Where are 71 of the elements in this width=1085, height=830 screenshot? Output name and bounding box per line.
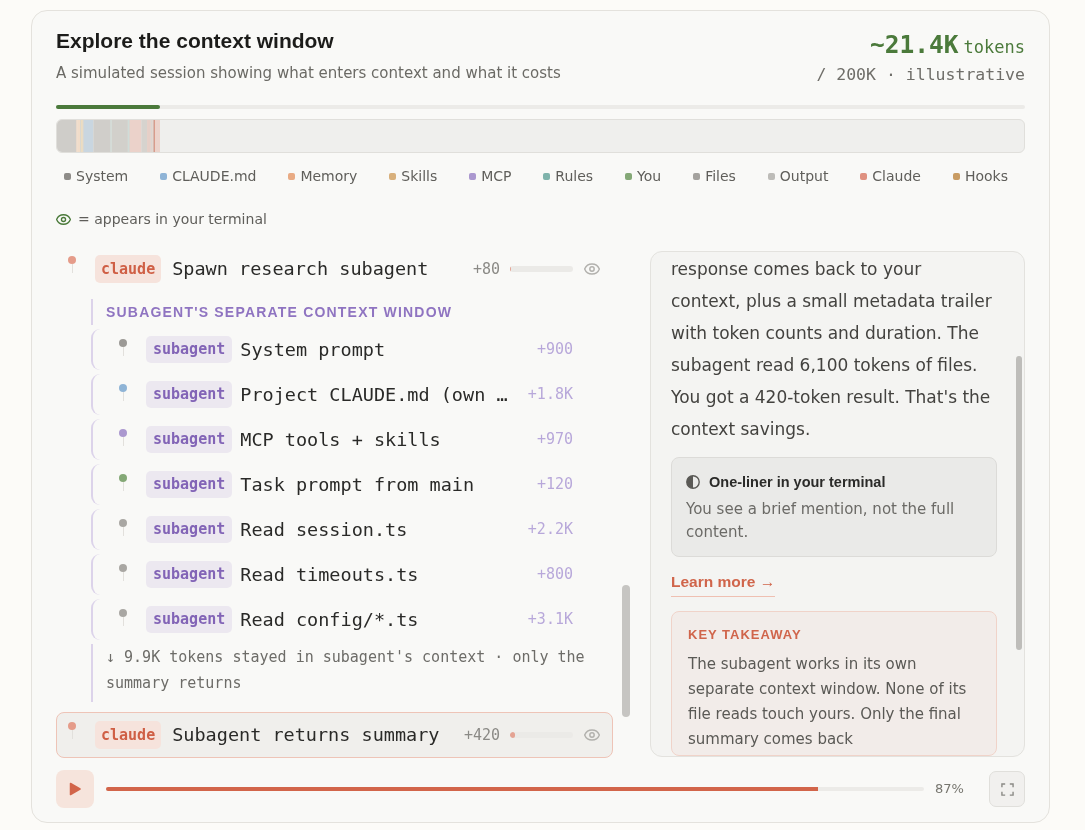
subagent-step-row[interactable]: subagent Read session.ts +2.2K — [91, 509, 613, 550]
subagent-step-row[interactable]: subagent Read config/*.ts +3.1K — [91, 599, 613, 640]
step-label: Read session.ts — [240, 517, 409, 542]
subagent-step-row[interactable]: subagent Task prompt from main +120 — [91, 464, 613, 505]
legend-label: Memory — [300, 167, 358, 186]
subagent-step-row[interactable]: subagent Project CLAUDE.md (own … +1.8K — [91, 374, 613, 415]
step-label: Read timeouts.ts — [240, 562, 420, 587]
token-count: +3.1K — [527, 609, 573, 631]
callout-text: You see a brief mention, not the full content. — [686, 499, 956, 543]
playback-track[interactable] — [106, 787, 924, 791]
legend-label: Rules — [555, 167, 594, 186]
role-tag: subagent — [146, 336, 233, 363]
step-label: System prompt — [240, 337, 387, 362]
token-limit: / 200K · illustrative — [816, 64, 1025, 86]
callout-title: One-liner in your terminal — [709, 473, 886, 492]
play-button[interactable] — [56, 770, 94, 808]
legend-label: MCP — [481, 167, 512, 186]
token-meter — [510, 266, 573, 272]
step-label: Read config/*.ts — [240, 607, 420, 632]
legend-label: Skills — [401, 167, 438, 186]
role-tag: subagent — [146, 471, 233, 498]
token-count: +1.8K — [527, 384, 573, 406]
subagent-step-row[interactable]: subagent MCP tools + skills +970 — [91, 419, 613, 460]
token-count: +120 — [536, 474, 573, 496]
scrollbar-thumb[interactable] — [1016, 356, 1022, 650]
step-label: Spawn research subagent — [172, 257, 430, 282]
token-meter — [510, 732, 573, 738]
token-count: +420 — [463, 724, 500, 746]
terminal-hint-text: = appears in your terminal — [78, 210, 267, 229]
fullscreen-button[interactable] — [989, 771, 1025, 807]
eye-icon — [56, 213, 71, 225]
legend-label: Claude — [872, 167, 921, 186]
step-label: Subagent returns summary — [172, 723, 441, 748]
legend-label: Output — [779, 167, 829, 186]
step-label: MCP tools + skills — [240, 427, 442, 452]
panel-title: Explore the context window — [56, 28, 335, 54]
takeaway-text: The subagent works in its own separate context window. None of its file reads touch yours. Only the final summary comes back — [688, 654, 968, 750]
play-icon — [69, 782, 81, 796]
token-count: +2.2K — [527, 519, 573, 541]
legend-label: Hooks — [964, 167, 1008, 186]
subagent-step-row[interactable]: subagent Read timeouts.ts +800 — [91, 554, 613, 595]
role-tag: subagent — [146, 381, 233, 408]
panel-subtitle: A simulated session showing what enters context and what it costs — [56, 63, 561, 84]
token-unit: tokens — [963, 36, 1025, 59]
role-tag: subagent — [146, 516, 233, 543]
token-total: ~21.4K — [870, 30, 959, 60]
scrollbar-thumb[interactable] — [622, 585, 630, 717]
role-tag: subagent — [146, 561, 233, 588]
legend-label: System — [76, 167, 129, 186]
section-heading: SUBAGENT'S SEPARATE CONTEXT WINDOW — [91, 299, 613, 325]
takeaway-heading: KEY TAKEAWAY — [688, 626, 803, 644]
subagent-step-row[interactable]: subagent System prompt +900 — [91, 329, 613, 370]
half-circle-icon — [686, 475, 700, 489]
legend-label: You — [637, 167, 662, 186]
legend-label: CLAUDE.md — [172, 167, 257, 186]
token-count: +900 — [536, 339, 573, 361]
token-count: +800 — [536, 564, 573, 586]
step-label: Task prompt from main — [240, 472, 476, 497]
token-count: +970 — [536, 429, 573, 451]
expand-icon — [1000, 782, 1014, 796]
role-tag: claude — [95, 255, 162, 283]
step-label: Project CLAUDE.md (own … — [240, 382, 509, 407]
note-text: ↓ 9.9K tokens stayed in subagent's context · only the summary returns — [91, 644, 613, 702]
role-tag: claude — [95, 721, 162, 749]
role-tag: subagent — [146, 606, 233, 633]
description-text: response comes back to your context, plus a small metadata trailer with token counts and duration. The subagent read 6,100 tokens of files. You got a 420-token result. That's the context savings. — [671, 258, 993, 441]
role-tag: subagent — [146, 426, 233, 453]
current-step-row[interactable]: claude Subagent returns summary +420 — [56, 712, 613, 758]
legend-label: Files — [705, 167, 736, 186]
progress-percent: 87% — [935, 780, 964, 799]
token-count: +80 — [472, 258, 500, 280]
